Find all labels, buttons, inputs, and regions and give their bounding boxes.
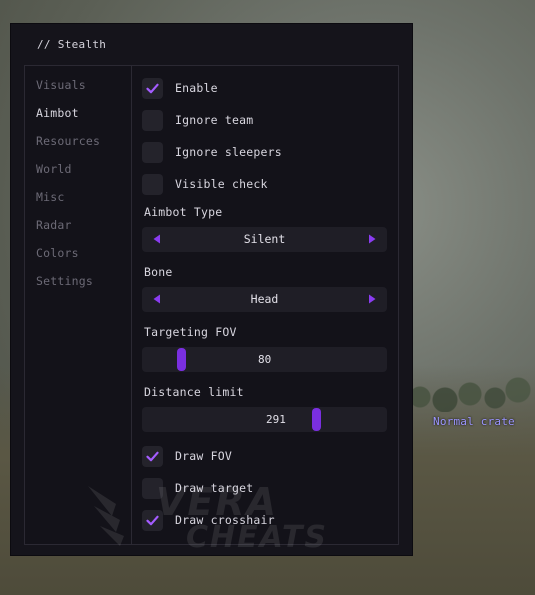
- ignore-team-option: Ignore team: [142, 109, 253, 131]
- visible-check-option: Visible check: [142, 173, 268, 195]
- checkmark-icon: [146, 515, 159, 525]
- sidebar-item-radar[interactable]: Radar: [36, 218, 72, 232]
- distance-limit-label: Distance limit: [144, 385, 244, 399]
- ignore-sleepers-option: Ignore sleepers: [142, 141, 282, 163]
- sidebar-item-aimbot[interactable]: Aimbot: [36, 106, 79, 120]
- ignore-team-label: Ignore team: [175, 113, 254, 127]
- sidebar-item-misc[interactable]: Misc: [36, 190, 65, 204]
- bone-value: Head: [250, 292, 279, 306]
- draw-target-label: Draw target: [175, 481, 254, 495]
- visible-check-label: Visible check: [175, 177, 268, 191]
- distance-limit-value: 291: [266, 413, 286, 426]
- ignore-sleepers-checkbox[interactable]: [142, 141, 163, 163]
- sidebar-nav: Visuals Aimbot Resources World Misc Rada…: [25, 66, 132, 544]
- aimbot-settings-panel: Enable Ignore team Ignore sleepers Visib…: [132, 66, 398, 544]
- draw-crosshair-checkbox[interactable]: [142, 509, 163, 531]
- slider-handle[interactable]: [312, 408, 321, 431]
- bone-selector: Head: [142, 287, 387, 312]
- menu-title: // Stealth: [37, 38, 107, 51]
- checkmark-icon: [146, 83, 159, 93]
- draw-fov-option: Draw FOV: [142, 445, 232, 467]
- arrow-right-icon[interactable]: [366, 233, 378, 245]
- targeting-fov-value: 80: [258, 353, 272, 366]
- sidebar-item-settings[interactable]: Settings: [36, 274, 93, 288]
- sidebar-item-colors[interactable]: Colors: [36, 246, 79, 260]
- sidebar-item-visuals[interactable]: Visuals: [36, 78, 86, 92]
- targeting-fov-slider[interactable]: 80: [142, 347, 387, 372]
- draw-crosshair-option: Draw crosshair: [142, 509, 275, 531]
- aimbot-type-value: Silent: [243, 232, 286, 246]
- menu-body: Visuals Aimbot Resources World Misc Rada…: [24, 65, 399, 545]
- checkmark-icon: [146, 451, 159, 461]
- sidebar-item-world[interactable]: World: [36, 162, 72, 176]
- aimbot-type-label: Aimbot Type: [144, 205, 223, 219]
- aimbot-type-selector: Silent: [142, 227, 387, 252]
- draw-target-checkbox[interactable]: [142, 477, 163, 499]
- bone-label: Bone: [144, 265, 173, 279]
- enable-label: Enable: [175, 81, 218, 95]
- targeting-fov-label: Targeting FOV: [144, 325, 237, 339]
- ignore-sleepers-label: Ignore sleepers: [175, 145, 282, 159]
- slider-handle[interactable]: [177, 348, 186, 371]
- draw-crosshair-label: Draw crosshair: [175, 513, 275, 527]
- distance-limit-slider[interactable]: 291: [142, 407, 387, 432]
- arrow-right-icon[interactable]: [366, 293, 378, 305]
- draw-target-option: Draw target: [142, 477, 253, 499]
- draw-fov-label: Draw FOV: [175, 449, 232, 463]
- ignore-team-checkbox[interactable]: [142, 109, 163, 131]
- draw-fov-checkbox[interactable]: [142, 445, 163, 467]
- esp-world-label: Normal crate: [433, 415, 515, 428]
- sidebar-item-resources[interactable]: Resources: [36, 134, 100, 148]
- cheat-menu-window: // Stealth Visuals Aimbot Resources Worl…: [11, 24, 412, 555]
- enable-checkbox[interactable]: [142, 77, 163, 99]
- visible-check-checkbox[interactable]: [142, 173, 163, 195]
- enable-option: Enable: [142, 77, 218, 99]
